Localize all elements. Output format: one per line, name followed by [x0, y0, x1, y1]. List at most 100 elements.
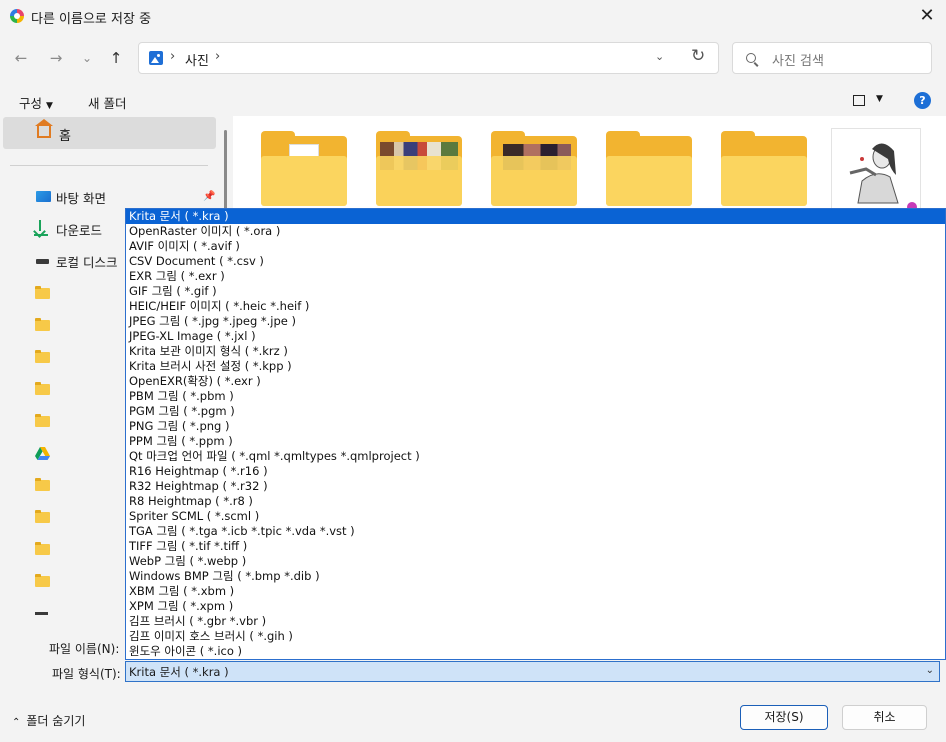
google-drive-icon[interactable]	[35, 447, 50, 460]
file-type-option[interactable]: CSV Document ( *.csv )	[126, 254, 945, 269]
file-type-option[interactable]: Windows BMP 그림 ( *.bmp *.dib )	[126, 569, 945, 584]
file-type-option[interactable]: HEIC/HEIF 이미지 ( *.heic *.heif )	[126, 299, 945, 314]
close-icon[interactable]: ✕	[915, 4, 939, 28]
sidebar-item-label: 바탕 화면	[56, 191, 106, 206]
downloads-icon	[39, 220, 41, 231]
file-type-option[interactable]: 윈도우 아이콘 ( *.ico )	[126, 644, 945, 659]
file-type-option[interactable]: XBM 그림 ( *.xbm )	[126, 584, 945, 599]
file-type-option[interactable]: Krita 문서 ( *.kra )	[126, 209, 945, 224]
file-type-option[interactable]: PNG 그림 ( *.png )	[126, 419, 945, 434]
file-type-option[interactable]: Krita 브러시 사전 설정 ( *.kpp )	[126, 359, 945, 374]
folder-front	[491, 156, 577, 206]
folder-icon[interactable]	[35, 542, 50, 555]
file-type-option[interactable]: TIFF 그림 ( *.tif *.tiff )	[126, 539, 945, 554]
folder-icon[interactable]	[35, 318, 50, 331]
disk-icon	[36, 259, 49, 264]
file-type-option[interactable]: GIF 그림 ( *.gif )	[126, 284, 945, 299]
folder-tile[interactable]	[606, 131, 692, 206]
file-type-label: 파일 형식(T):	[52, 667, 121, 681]
forward-arrow-icon[interactable]: →	[44, 46, 68, 70]
refresh-icon[interactable]: ↻	[691, 46, 705, 66]
breadcrumb-pictures[interactable]: 사진	[185, 50, 209, 69]
breadcrumb-separator[interactable]: ›	[215, 49, 220, 64]
help-icon[interactable]: ?	[914, 92, 931, 109]
folder-icon[interactable]	[35, 510, 50, 523]
file-type-option[interactable]: EXR 그림 ( *.exr )	[126, 269, 945, 284]
file-type-option[interactable]: R32 Heightmap ( *.r32 )	[126, 479, 945, 494]
chevron-down-icon: ⌄	[925, 665, 934, 676]
pictures-icon	[149, 51, 163, 65]
file-type-option[interactable]: R8 Heightmap ( *.r8 )	[126, 494, 945, 509]
sidebar-item-label: 다운로드	[56, 223, 103, 238]
view-options-icon[interactable]	[853, 95, 865, 106]
file-type-option[interactable]: WebP 그림 ( *.webp )	[126, 554, 945, 569]
sidebar-scrollbar[interactable]	[224, 130, 227, 210]
divider	[10, 165, 208, 166]
folder-tile[interactable]	[491, 131, 577, 206]
krita-app-icon	[10, 9, 24, 23]
folder-tile[interactable]	[376, 131, 462, 206]
image-file-thumbnail[interactable]	[831, 128, 921, 210]
up-arrow-icon[interactable]: ↑	[104, 46, 128, 70]
cancel-button[interactable]: 취소	[842, 705, 927, 730]
recent-locations-chevron-icon[interactable]: ⌄	[75, 46, 99, 70]
title-bar: 다른 이름으로 저장 중 ✕	[0, 0, 946, 32]
search-input[interactable]: 사진 검색	[732, 42, 932, 74]
search-icon	[746, 53, 756, 63]
file-type-dropdown-list[interactable]: Krita 문서 ( *.kra ) OpenRaster 이미지 ( *.ora…	[125, 208, 946, 660]
folder-front	[261, 156, 347, 206]
folder-icon[interactable]	[35, 382, 50, 395]
navigation-bar: ← → ⌄ ↑ › 사진 › ⌄ ↻ 사진 검색	[0, 38, 946, 78]
caret-down-icon[interactable]: ▼	[876, 94, 883, 104]
file-type-option[interactable]: OpenEXR(확장) ( *.exr )	[126, 374, 945, 389]
sidebar-item-label: 홈	[59, 129, 71, 144]
desktop-icon	[36, 191, 51, 202]
file-type-option[interactable]: JPEG-XL Image ( *.jxl )	[126, 329, 945, 344]
window-title: 다른 이름으로 저장 중	[31, 12, 152, 27]
save-button[interactable]: 저장(S)	[740, 705, 828, 730]
file-type-option[interactable]: JPEG 그림 ( *.jpg *.jpeg *.jpe )	[126, 314, 945, 329]
folder-icon[interactable]	[35, 574, 50, 587]
folder-icon[interactable]	[35, 286, 50, 299]
disk-icon[interactable]	[35, 612, 48, 615]
organize-button[interactable]: 구성 ▼	[19, 93, 53, 112]
file-type-option[interactable]: Spriter SCML ( *.scml )	[126, 509, 945, 524]
back-arrow-icon[interactable]: ←	[9, 46, 33, 70]
file-type-select[interactable]: Krita 문서 ( *.kra ) ⌄	[125, 661, 940, 682]
folder-tile[interactable]	[721, 131, 807, 206]
chevron-up-icon: ⌃	[12, 717, 21, 728]
file-type-option[interactable]: Qt 마크업 언어 파일 ( *.qml *.qmltypes *.qmlpro…	[126, 449, 945, 464]
organize-label: 구성	[19, 96, 43, 111]
address-history-chevron-icon[interactable]: ⌄	[655, 50, 664, 63]
folder-tile[interactable]	[261, 131, 347, 206]
search-placeholder: 사진 검색	[772, 54, 824, 69]
sidebar-item-home[interactable]: 홈	[3, 117, 216, 149]
pin-icon[interactable]: 📌	[203, 191, 215, 202]
hide-folders-label: 폴더 숨기기	[26, 714, 86, 728]
file-type-option[interactable]: XPM 그림 ( *.xpm )	[126, 599, 945, 614]
folder-front	[606, 156, 692, 206]
file-type-selected-value: Krita 문서 ( *.kra )	[129, 665, 229, 679]
hide-folders-toggle[interactable]: ⌃ 폴더 숨기기	[12, 712, 85, 729]
file-type-option[interactable]: OpenRaster 이미지 ( *.ora )	[126, 224, 945, 239]
file-type-option[interactable]: PGM 그림 ( *.pgm )	[126, 404, 945, 419]
sidebar-item-label: 로컬 디스크	[56, 255, 118, 270]
folder-icon[interactable]	[35, 414, 50, 427]
file-type-option[interactable]: PPM 그림 ( *.ppm )	[126, 434, 945, 449]
file-type-option[interactable]: Krita 보관 이미지 형식 ( *.krz )	[126, 344, 945, 359]
new-folder-button[interactable]: 새 폴더	[88, 93, 126, 112]
home-icon	[35, 119, 53, 138]
file-type-option[interactable]: PBM 그림 ( *.pbm )	[126, 389, 945, 404]
file-type-option[interactable]: AVIF 이미지 ( *.avif )	[126, 239, 945, 254]
folder-front	[376, 156, 462, 206]
folder-icon[interactable]	[35, 350, 50, 363]
file-type-option[interactable]: TGA 그림 ( *.tga *.icb *.tpic *.vda *.vst …	[126, 524, 945, 539]
file-type-option[interactable]: R16 Heightmap ( *.r16 )	[126, 464, 945, 479]
file-name-label: 파일 이름(N):	[49, 642, 120, 656]
address-bar[interactable]: › 사진 › ⌄ ↻	[138, 42, 719, 74]
file-type-option[interactable]: 김프 이미지 호스 브러시 ( *.gih )	[126, 629, 945, 644]
file-type-option[interactable]: 김프 브러시 ( *.gbr *.vbr )	[126, 614, 945, 629]
portrait-sketch	[849, 143, 899, 204]
downloads-icon-base	[34, 234, 48, 236]
folder-icon[interactable]	[35, 478, 50, 491]
